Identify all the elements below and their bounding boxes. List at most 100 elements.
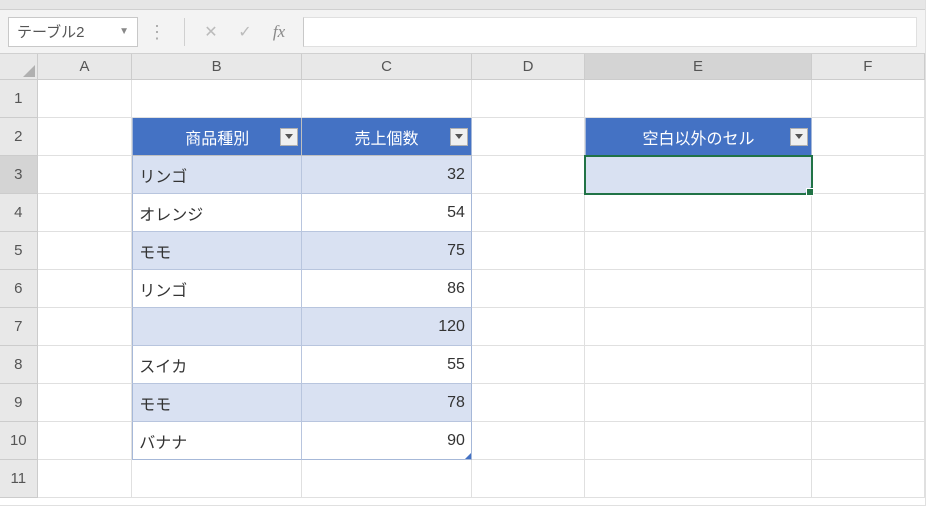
cell[interactable]	[472, 308, 585, 346]
cell[interactable]	[38, 194, 133, 232]
cell[interactable]	[472, 346, 585, 384]
cell[interactable]	[585, 194, 811, 232]
row-header[interactable]: 3	[0, 156, 38, 194]
col-header-B[interactable]: B	[132, 54, 302, 79]
cell[interactable]	[302, 460, 472, 498]
cell[interactable]	[812, 194, 925, 232]
cancel-formula-button[interactable]: ✕	[197, 18, 225, 46]
table1-cell-product[interactable]: リンゴ	[132, 156, 302, 194]
cell[interactable]	[812, 80, 925, 118]
cell[interactable]	[812, 118, 925, 156]
row-header[interactable]: 4	[0, 194, 38, 232]
table1-cell-sales[interactable]: 86	[302, 270, 472, 308]
insert-function-button[interactable]: fx	[265, 18, 293, 46]
cell[interactable]	[812, 384, 925, 422]
row: 6 リンゴ 86	[0, 270, 925, 308]
cell[interactable]	[38, 80, 133, 118]
cell[interactable]	[472, 422, 585, 460]
table1-cell-product[interactable]	[132, 308, 302, 346]
table1-cell-product[interactable]: モモ	[132, 232, 302, 270]
table1-cell-sales[interactable]: 78	[302, 384, 472, 422]
col-header-C[interactable]: C	[302, 54, 472, 79]
cell[interactable]	[38, 346, 133, 384]
table2-header[interactable]: 空白以外のセル	[585, 118, 811, 156]
col-header-E[interactable]: E	[585, 54, 811, 79]
cell[interactable]	[585, 232, 811, 270]
cell[interactable]	[585, 270, 811, 308]
cell[interactable]	[38, 422, 133, 460]
cell[interactable]	[132, 80, 302, 118]
cell[interactable]	[472, 194, 585, 232]
cell[interactable]	[472, 270, 585, 308]
cell[interactable]	[585, 384, 811, 422]
table1-header-product[interactable]: 商品種別	[132, 118, 302, 156]
filter-dropdown-icon[interactable]	[790, 128, 808, 146]
accept-formula-button[interactable]: ✓	[231, 18, 259, 46]
name-box[interactable]: テーブル2 ▼	[8, 17, 138, 47]
cell[interactable]	[585, 460, 811, 498]
table1-cell-sales[interactable]: 90	[302, 422, 472, 460]
table1-cell-sales[interactable]: 54	[302, 194, 472, 232]
row: 5 モモ 75	[0, 232, 925, 270]
select-all-corner[interactable]	[0, 54, 38, 79]
row-header[interactable]: 7	[0, 308, 38, 346]
row: 4 オレンジ 54	[0, 194, 925, 232]
formula-bar: テーブル2 ▼ ⋮ ✕ ✓ fx	[0, 10, 925, 54]
row: 7 120	[0, 308, 925, 346]
cell[interactable]	[38, 232, 133, 270]
row-header[interactable]: 8	[0, 346, 38, 384]
cell[interactable]	[472, 384, 585, 422]
col-header-F[interactable]: F	[812, 54, 925, 79]
table1-cell-product[interactable]: モモ	[132, 384, 302, 422]
table1-cell-product[interactable]: リンゴ	[132, 270, 302, 308]
table1-cell-product[interactable]: バナナ	[132, 422, 302, 460]
cell[interactable]	[38, 308, 133, 346]
cell[interactable]	[472, 80, 585, 118]
cell[interactable]	[38, 156, 133, 194]
table1-cell-product[interactable]: オレンジ	[132, 194, 302, 232]
cell[interactable]	[812, 232, 925, 270]
cell[interactable]	[302, 80, 472, 118]
row-header[interactable]: 5	[0, 232, 38, 270]
cell[interactable]	[38, 118, 133, 156]
col-header-D[interactable]: D	[472, 54, 585, 79]
cell[interactable]	[38, 460, 133, 498]
cell[interactable]	[38, 384, 133, 422]
cell[interactable]	[812, 422, 925, 460]
cell[interactable]	[585, 80, 811, 118]
row-header[interactable]: 10	[0, 422, 38, 460]
cell[interactable]	[812, 346, 925, 384]
row-header[interactable]: 9	[0, 384, 38, 422]
cell[interactable]	[472, 232, 585, 270]
cell[interactable]	[132, 460, 302, 498]
table1-cell-product[interactable]: スイカ	[132, 346, 302, 384]
handle-icon[interactable]: ⋮	[148, 27, 168, 37]
filter-dropdown-icon[interactable]	[280, 128, 298, 146]
row: 2 商品種別 売上個数 空白以外のセル	[0, 118, 925, 156]
row-header[interactable]: 11	[0, 460, 38, 498]
table1-cell-sales[interactable]: 55	[302, 346, 472, 384]
cell[interactable]	[472, 460, 585, 498]
cell[interactable]	[585, 346, 811, 384]
table1-header-sales[interactable]: 売上個数	[302, 118, 472, 156]
cell[interactable]	[472, 118, 585, 156]
active-cell[interactable]	[585, 156, 811, 194]
table1-cell-sales[interactable]: 120	[302, 308, 472, 346]
chevron-down-icon[interactable]: ▼	[119, 26, 129, 37]
table1-cell-sales[interactable]: 32	[302, 156, 472, 194]
cell[interactable]	[812, 308, 925, 346]
row-header[interactable]: 6	[0, 270, 38, 308]
col-header-A[interactable]: A	[38, 54, 132, 79]
row-header[interactable]: 2	[0, 118, 38, 156]
cell[interactable]	[812, 270, 925, 308]
table1-cell-sales[interactable]: 75	[302, 232, 472, 270]
cell[interactable]	[472, 156, 585, 194]
cell[interactable]	[585, 422, 811, 460]
cell[interactable]	[38, 270, 133, 308]
cell[interactable]	[812, 156, 925, 194]
formula-input[interactable]	[303, 17, 917, 47]
cell[interactable]	[812, 460, 925, 498]
filter-dropdown-icon[interactable]	[450, 128, 468, 146]
cell[interactable]	[585, 308, 811, 346]
row-header[interactable]: 1	[0, 80, 38, 118]
